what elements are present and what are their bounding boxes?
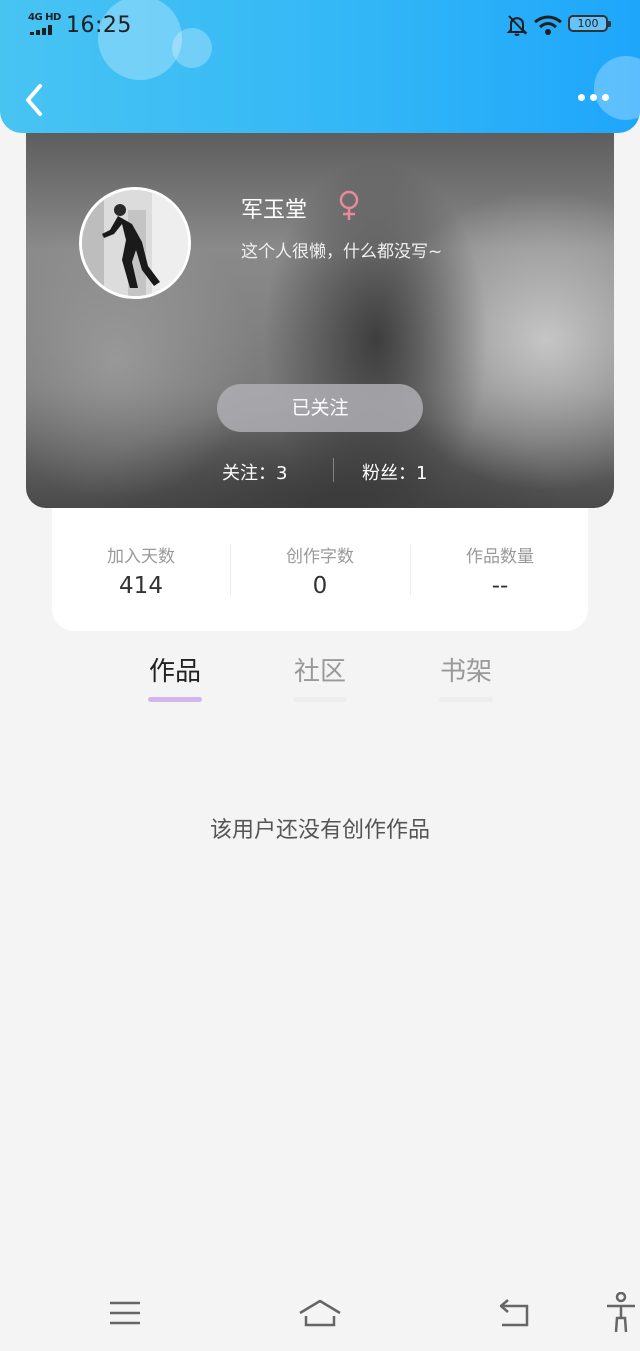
stat-word-count: 创作字数 0 (231, 542, 409, 599)
more-options-icon[interactable] (574, 88, 614, 108)
tab-indicator (439, 697, 493, 702)
tab-bookshelf[interactable]: 书架 (421, 651, 511, 688)
menu-icon[interactable] (108, 1300, 142, 1326)
tab-community[interactable]: 社区 (275, 651, 365, 688)
stat-works-count: 作品数量 -- (411, 542, 589, 599)
following-count[interactable]: 关注：3 (222, 459, 287, 485)
system-nav-bar (0, 1278, 640, 1351)
avatar[interactable] (79, 187, 191, 299)
tab-indicator (293, 697, 347, 702)
network-type: 4G HD (28, 12, 61, 23)
profile-header-card: 军玉堂 这个人很懒，什么都没写~ 已关注 关注：3 粉丝：1 (26, 110, 614, 508)
battery-level: 100 (577, 17, 599, 30)
empty-state-message: 该用户还没有创作作品 (209, 818, 430, 843)
stat-join-days: 加入天数 414 (52, 542, 230, 599)
bell-muted-icon (506, 15, 528, 36)
stat-label: 加入天数 (107, 547, 175, 567)
avatar-photo (82, 190, 188, 296)
stat-label: 创作字数 (286, 547, 354, 567)
stat-label: 作品数量 (466, 547, 534, 567)
top-bar: 4G HD 16:25 100 (0, 0, 640, 133)
wifi-icon (534, 15, 562, 35)
accessibility-icon[interactable] (604, 1292, 638, 1334)
home-icon[interactable] (297, 1298, 343, 1328)
female-icon (339, 190, 359, 220)
username: 军玉堂 (241, 198, 308, 223)
followed-button[interactable]: 已关注 (217, 384, 423, 432)
fans-count[interactable]: 粉丝：1 (362, 459, 427, 485)
signal-icon (30, 25, 56, 35)
stat-value: 0 (312, 573, 328, 599)
tab-works[interactable]: 作品 (130, 651, 220, 688)
tab-indicator-active (148, 697, 202, 702)
back-arrow-icon[interactable] (18, 80, 52, 120)
user-bio: 这个人很懒，什么都没写~ (241, 242, 443, 262)
follow-counts: 关注：3 粉丝：1 (26, 456, 614, 486)
clock: 16:25 (66, 13, 132, 38)
divider (333, 458, 334, 482)
stat-value: -- (491, 573, 509, 599)
back-icon[interactable] (497, 1298, 533, 1328)
stats-card: 加入天数 414 创作字数 0 作品数量 -- (52, 500, 588, 631)
status-bar: 4G HD 16:25 100 (0, 10, 640, 44)
stat-value: 414 (119, 573, 163, 599)
battery-icon: 100 (568, 15, 611, 32)
